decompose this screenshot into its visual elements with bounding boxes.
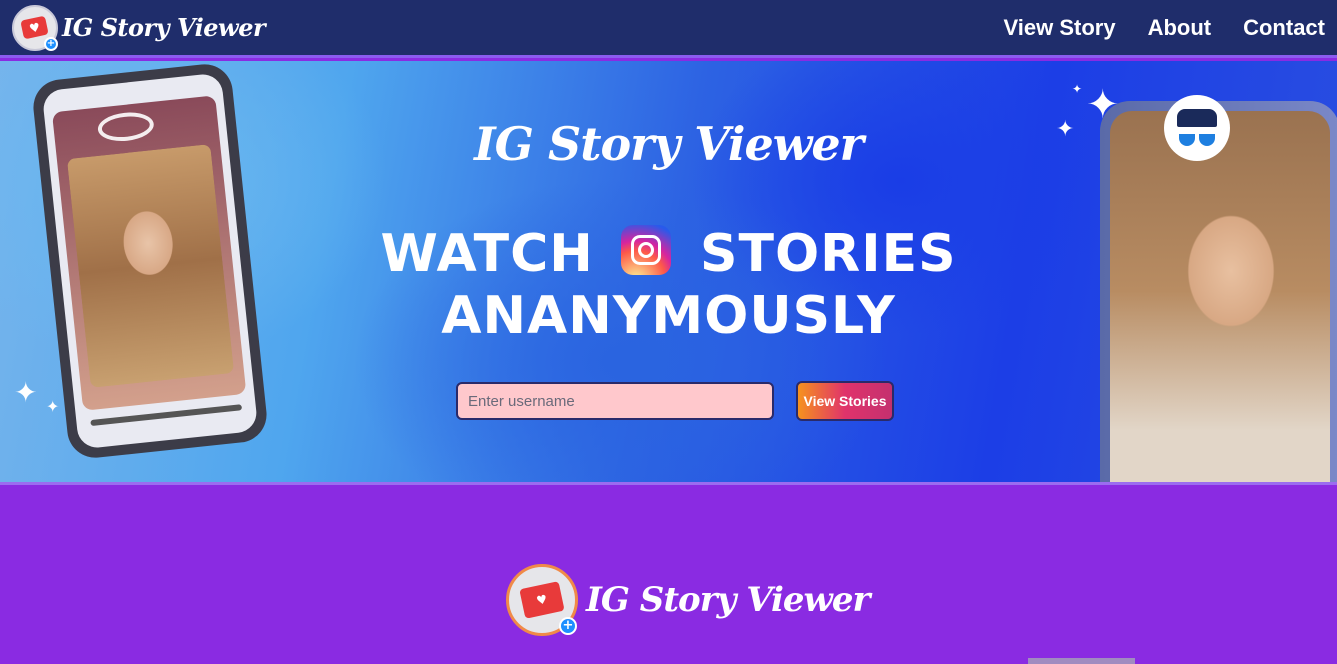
headline-line-1: WATCH STORIES xyxy=(0,223,1337,285)
sparkle-icon: ✦ xyxy=(14,376,38,409)
footer-brand: ♥ + IG Story Viewer xyxy=(506,564,870,636)
hero-section: ✦ ✦ ✦ ✦ ✦ IG Story Viewer WATCH STORIES … xyxy=(0,61,1337,485)
footer-section: ♥ + IG Story Viewer xyxy=(0,488,1337,664)
brand-name: IG Story Viewer xyxy=(62,13,266,42)
hero-headline: WATCH STORIES ANANYMOUSLY xyxy=(0,223,1337,347)
view-stories-button[interactable]: View Stories xyxy=(796,381,894,421)
nav-link-contact[interactable]: Contact xyxy=(1243,15,1325,41)
username-input[interactable] xyxy=(456,382,774,420)
instagram-icon xyxy=(620,225,671,275)
nav-link-view-story[interactable]: View Story xyxy=(1003,15,1115,41)
headline-word-stories: STORIES xyxy=(700,224,957,284)
hero-title: IG Story Viewer xyxy=(474,117,864,171)
navbar: ♥ + IG Story Viewer View Story About Con… xyxy=(0,0,1337,58)
headline-word-watch: WATCH xyxy=(380,224,594,284)
logo-icon: ♥ + xyxy=(12,4,58,51)
headline-line-2: ANANYMOUSLY xyxy=(441,286,896,346)
sparkle-icon: ✦ xyxy=(1072,82,1083,96)
nav-links: View Story About Contact xyxy=(1003,15,1325,41)
heart-card-icon: ♥ xyxy=(20,15,50,40)
search-form: View Stories xyxy=(456,381,894,421)
plus-icon: + xyxy=(559,617,577,635)
footer-brand-name: IG Story Viewer xyxy=(586,580,870,620)
sparkle-icon: ✦ xyxy=(46,397,60,416)
nav-link-about[interactable]: About xyxy=(1148,15,1212,41)
plus-icon: + xyxy=(44,36,58,51)
heart-card-icon: ♥ xyxy=(519,581,565,619)
brand[interactable]: ♥ + IG Story Viewer xyxy=(12,4,266,51)
logo-icon: ♥ + xyxy=(506,564,578,636)
scroll-hint xyxy=(1028,658,1135,664)
